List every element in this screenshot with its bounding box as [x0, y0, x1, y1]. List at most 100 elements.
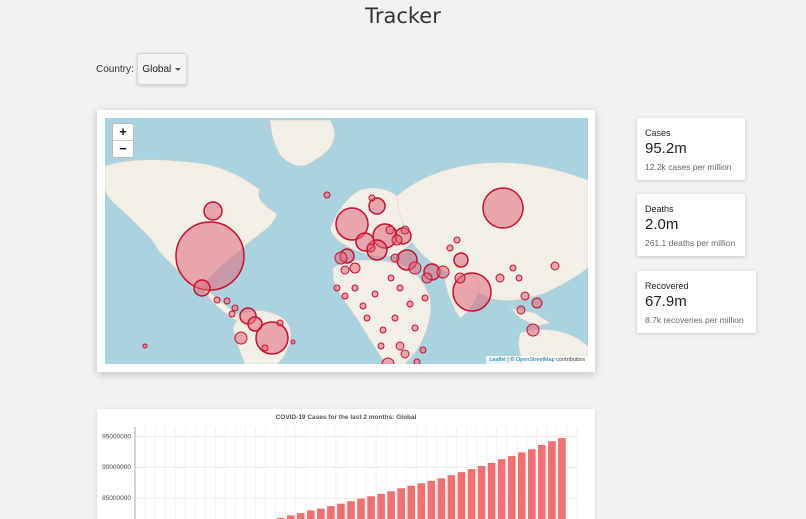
cases-bar[interactable] [397, 488, 406, 519]
country-case-bubble[interactable] [391, 314, 399, 322]
country-case-bubble[interactable] [495, 273, 505, 283]
country-case-bubble[interactable] [453, 236, 461, 244]
recovered-card: Recovered 67.9m 8.7k recoveries per mill… [637, 271, 756, 333]
country-case-bubble[interactable] [454, 272, 466, 284]
country-case-bubble[interactable] [231, 304, 239, 312]
country-case-bubble[interactable] [193, 279, 211, 297]
country-case-bubble[interactable] [400, 349, 410, 359]
country-case-bubble[interactable] [396, 284, 404, 292]
attribution-separator: | © [505, 357, 516, 363]
country-case-bubble[interactable] [390, 253, 400, 263]
country-case-bubble[interactable] [381, 357, 395, 364]
cases-bar[interactable] [487, 462, 496, 519]
deaths-value: 2.0m [645, 216, 679, 233]
country-case-bubble[interactable] [453, 252, 469, 268]
country-case-bubble[interactable] [421, 272, 433, 284]
country-case-bubble[interactable] [359, 302, 367, 310]
leaflet-link[interactable]: Leaflet [489, 357, 506, 363]
country-case-bubble[interactable] [276, 319, 284, 327]
country-case-bubble[interactable] [175, 221, 245, 291]
country-case-bubble[interactable] [419, 346, 427, 354]
country-case-bubble[interactable] [400, 225, 410, 235]
country-case-bubble[interactable] [411, 324, 419, 332]
country-case-bubble[interactable] [482, 187, 524, 229]
cases-bar[interactable] [417, 483, 426, 519]
cases-bar[interactable] [447, 475, 456, 519]
cases-bar[interactable] [497, 459, 506, 519]
cases-bar[interactable] [327, 506, 335, 519]
country-case-bubble[interactable] [261, 344, 269, 352]
cases-bar[interactable] [317, 508, 325, 519]
country-case-bubble[interactable] [234, 331, 248, 345]
country-case-bubble[interactable] [395, 341, 405, 351]
country-case-bubble[interactable] [323, 191, 331, 199]
country-case-bubble[interactable] [377, 342, 385, 350]
world-map[interactable]: + − Leaflet | © OpenStreetMap contributo… [105, 118, 588, 364]
cases-bar[interactable] [286, 515, 295, 519]
cases-bar[interactable] [407, 485, 416, 519]
country-case-bubble[interactable] [333, 284, 341, 292]
cases-bar[interactable] [538, 444, 546, 519]
y-tick-label: 90000000 [102, 464, 131, 471]
cases-bar[interactable] [467, 469, 476, 519]
country-case-bubble[interactable] [446, 244, 454, 252]
country-case-bubble[interactable] [228, 310, 236, 318]
cases-bar[interactable] [367, 496, 375, 519]
y-tick-label: 85000000 [102, 495, 131, 502]
cases-bar[interactable] [296, 512, 305, 519]
country-case-bubble[interactable] [526, 323, 540, 337]
cases-bar[interactable] [437, 478, 446, 519]
country-case-bubble[interactable] [516, 305, 526, 315]
cases-bar[interactable] [477, 465, 486, 519]
cases-bar[interactable] [548, 441, 556, 519]
deaths-per-million: 261.1 deaths per million [645, 238, 736, 248]
country-case-bubble[interactable] [371, 290, 379, 298]
cases-bar[interactable] [337, 503, 345, 519]
country-case-bubble[interactable] [436, 265, 450, 279]
country-case-bubble[interactable] [247, 316, 263, 332]
country-case-bubble[interactable] [421, 294, 429, 302]
country-case-bubble[interactable] [142, 343, 148, 349]
country-case-bubble[interactable] [531, 297, 543, 309]
country-case-bubble[interactable] [340, 265, 350, 275]
country-case-bubble[interactable] [203, 201, 223, 221]
cases-bar[interactable] [527, 449, 536, 519]
country-case-bubble[interactable] [379, 326, 387, 334]
cases-bar[interactable] [558, 438, 566, 519]
country-case-bubble[interactable] [387, 274, 395, 282]
cases-bar[interactable] [507, 456, 516, 519]
cases-bar[interactable] [306, 510, 315, 519]
zoom-control: + − [112, 123, 134, 158]
cases-bar[interactable] [347, 501, 355, 519]
zoom-in-button[interactable]: + [113, 124, 133, 140]
country-case-bubble[interactable] [349, 262, 361, 274]
country-case-bubble[interactable] [363, 314, 371, 322]
cases-bar[interactable] [517, 452, 526, 519]
country-case-bubble[interactable] [406, 300, 414, 308]
country-case-bubble[interactable] [408, 261, 422, 275]
country-case-bubble[interactable] [341, 292, 349, 300]
cases-bar[interactable] [427, 480, 436, 519]
country-case-bubble[interactable] [223, 297, 231, 305]
country-case-bubble[interactable] [391, 234, 403, 246]
country-case-bubble[interactable] [368, 194, 376, 202]
openstreetmap-link[interactable]: OpenStreetMap [516, 357, 555, 363]
country-case-bubble[interactable] [366, 243, 376, 253]
country-case-bubble[interactable] [550, 261, 560, 271]
country-case-bubble[interactable] [413, 358, 421, 364]
country-case-bubble[interactable] [509, 264, 517, 272]
cases-bar[interactable] [457, 472, 466, 519]
country-case-bubble[interactable] [213, 296, 221, 304]
country-case-bubble[interactable] [334, 251, 348, 265]
country-case-bubble[interactable] [385, 225, 395, 235]
country-dropdown[interactable]: Global [136, 53, 187, 85]
cases-bar[interactable] [387, 491, 395, 519]
country-case-bubble[interactable] [520, 291, 530, 301]
zoom-out-button[interactable]: − [113, 141, 133, 157]
country-case-bubble[interactable] [515, 274, 523, 282]
case-bubbles-layer [142, 187, 560, 364]
cases-bar[interactable] [357, 498, 365, 519]
country-case-bubble[interactable] [351, 284, 359, 292]
cases-bar[interactable] [377, 493, 385, 519]
country-case-bubble[interactable] [290, 339, 296, 345]
